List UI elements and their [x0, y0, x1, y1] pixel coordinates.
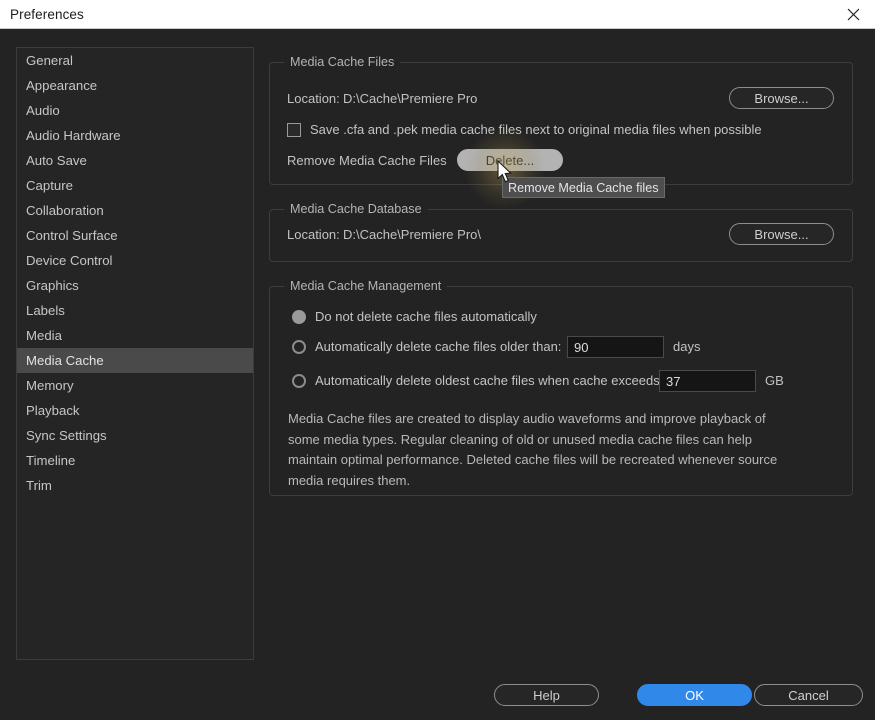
delete-button-tooltip: Remove Media Cache files: [502, 177, 665, 198]
sidebar-item-label: Graphics: [26, 278, 79, 293]
cache-files-location-label: Location:: [287, 91, 340, 106]
cancel-button-label: Cancel: [788, 687, 829, 703]
save-next-to-original-checkbox-row[interactable]: Save .cfa and .pek media cache files nex…: [287, 122, 762, 137]
cache-files-browse-label: Browse...: [754, 90, 809, 106]
cache-days-unit: days: [673, 339, 701, 354]
radio-do-not-delete[interactable]: Do not delete cache files automatically: [292, 309, 537, 324]
sidebar-item-graphics[interactable]: Graphics: [17, 273, 253, 298]
media-cache-database-group: Media Cache Database Location: D:\Cache\…: [269, 202, 853, 262]
media-cache-files-group: Media Cache Files Location: D:\Cache\Pre…: [269, 55, 853, 185]
radio-delete-older-than[interactable]: Automatically delete cache files older t…: [292, 339, 561, 354]
preferences-dialog: Preferences General Appearance Audio Aud…: [0, 0, 875, 720]
sidebar-item-label: Trim: [26, 478, 52, 493]
sidebar-item-label: Collaboration: [26, 203, 104, 218]
sidebar-item-label: Audio: [26, 103, 60, 118]
save-next-to-original-label: Save .cfa and .pek media cache files nex…: [310, 122, 762, 137]
sidebar-item-capture[interactable]: Capture: [17, 173, 253, 198]
radio-do-not-delete-label: Do not delete cache files automatically: [315, 309, 537, 324]
sidebar-item-memory[interactable]: Memory: [17, 373, 253, 398]
sidebar-item-media-cache[interactable]: Media Cache: [17, 348, 253, 373]
sidebar-item-device-control[interactable]: Device Control: [17, 248, 253, 273]
sidebar-item-auto-save[interactable]: Auto Save: [17, 148, 253, 173]
sidebar-item-audio-hardware[interactable]: Audio Hardware: [17, 123, 253, 148]
sidebar-item-label: Control Surface: [26, 228, 118, 243]
sidebar-item-label: Labels: [26, 303, 65, 318]
radio-delete-when-exceeds-mark[interactable]: [292, 373, 306, 388]
sidebar-item-label: Device Control: [26, 253, 113, 268]
sidebar-item-label: General: [26, 53, 73, 68]
sidebar-item-labels[interactable]: Labels: [17, 298, 253, 323]
sidebar-item-timeline[interactable]: Timeline: [17, 448, 253, 473]
media-cache-files-group-title: Media Cache Files: [284, 55, 401, 69]
sidebar-item-media[interactable]: Media: [17, 323, 253, 348]
titlebar: Preferences: [0, 0, 875, 29]
sidebar-item-label: Media Cache: [26, 353, 104, 368]
sidebar-item-label: Memory: [26, 378, 74, 393]
sidebar-item-label: Sync Settings: [26, 428, 107, 443]
cache-size-unit: GB: [765, 373, 784, 388]
cache-db-browse-label: Browse...: [754, 226, 809, 242]
delete-cache-button[interactable]: Delete...: [457, 149, 563, 171]
sidebar-item-sync-settings[interactable]: Sync Settings: [17, 423, 253, 448]
cache-days-input[interactable]: [567, 336, 664, 358]
sidebar-item-control-surface[interactable]: Control Surface: [17, 223, 253, 248]
radio-delete-older-than-mark[interactable]: [292, 339, 306, 354]
sidebar-item-playback[interactable]: Playback: [17, 398, 253, 423]
radio-delete-when-exceeds[interactable]: Automatically delete oldest cache files …: [292, 373, 663, 388]
help-button-label: Help: [533, 687, 560, 703]
cache-size-input[interactable]: [659, 370, 756, 392]
save-next-to-original-checkbox[interactable]: [287, 122, 301, 137]
delete-cache-button-label: Delete...: [485, 152, 535, 168]
sidebar-item-audio[interactable]: Audio: [17, 98, 253, 123]
sidebar-item-appearance[interactable]: Appearance: [17, 73, 253, 98]
window-title: Preferences: [10, 7, 84, 22]
close-icon: [847, 8, 860, 21]
cache-db-browse-button[interactable]: Browse...: [729, 223, 834, 245]
cache-files-browse-button[interactable]: Browse...: [729, 87, 834, 109]
help-button[interactable]: Help: [494, 684, 599, 706]
media-cache-management-group-title: Media Cache Management: [284, 279, 448, 293]
cache-files-location-value: D:\Cache\Premiere Pro: [343, 91, 478, 106]
sidebar-item-general[interactable]: General: [17, 48, 253, 73]
remove-media-cache-files-label: Remove Media Cache Files: [287, 153, 447, 168]
sidebar-item-label: Appearance: [26, 78, 98, 93]
tooltip-text: Remove Media Cache files: [508, 180, 659, 195]
sidebar-item-label: Media: [26, 328, 62, 343]
radio-delete-when-exceeds-label: Automatically delete oldest cache files …: [315, 373, 664, 388]
close-button[interactable]: [831, 0, 875, 29]
sidebar-item-trim[interactable]: Trim: [17, 473, 253, 498]
sidebar-item-label: Playback: [26, 403, 80, 418]
radio-delete-older-than-label: Automatically delete cache files older t…: [315, 339, 562, 354]
sidebar-item-label: Capture: [26, 178, 73, 193]
ok-button-label: OK: [685, 687, 704, 703]
sidebar-item-collaboration[interactable]: Collaboration: [17, 198, 253, 223]
cache-db-location-label: Location:: [287, 227, 340, 242]
ok-button[interactable]: OK: [637, 684, 752, 706]
cache-db-location-value: D:\Cache\Premiere Pro\: [343, 227, 481, 242]
sidebar-item-label: Auto Save: [26, 153, 87, 168]
sidebar-item-label: Audio Hardware: [26, 128, 121, 143]
media-cache-description: Media Cache files are created to display…: [288, 411, 778, 488]
cancel-button[interactable]: Cancel: [754, 684, 863, 706]
sidebar-item-label: Timeline: [26, 453, 76, 468]
radio-do-not-delete-mark[interactable]: [292, 309, 306, 324]
preferences-category-list[interactable]: General Appearance Audio Audio Hardware …: [16, 47, 254, 660]
media-cache-database-group-title: Media Cache Database: [284, 202, 428, 216]
